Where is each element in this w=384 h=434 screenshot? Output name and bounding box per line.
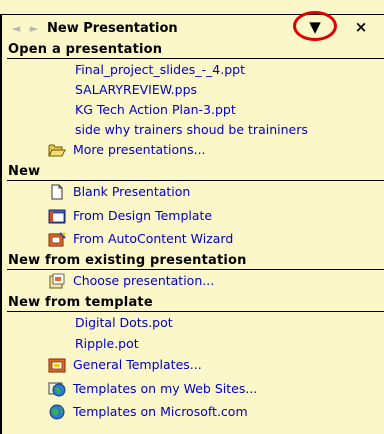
forward-arrow-icon[interactable]: ► [25,20,43,36]
task-pane: ◄ ► New Presentation ▼ × Open a presenta… [0,11,384,434]
web-templates-icon [48,381,66,397]
template-file-link[interactable]: Digital Dots.pot [75,314,173,332]
template-file-link[interactable]: Ripple.pot [75,335,139,353]
choose-presentation-label: Choose presentation... [73,273,215,288]
open-folder-icon [48,142,66,158]
general-templates-icon [48,357,66,373]
globe-icon [48,404,66,420]
task-pane-title: New Presentation [47,20,178,36]
blank-page-icon [48,184,66,200]
templates-web-sites-link[interactable]: Templates on my Web Sites... [48,380,257,398]
blank-presentation-link[interactable]: Blank Presentation [48,183,190,201]
recent-file-link[interactable]: Final_project_slides_-_4.ppt [75,61,245,79]
more-presentations-link[interactable]: More presentations... [48,141,206,159]
templates-microsoft-label: Templates on Microsoft.com [73,404,248,419]
highlight-circle [293,11,337,41]
section-heading-template: New from template [7,294,384,312]
general-templates-label: General Templates... [73,357,202,372]
section-heading-existing: New from existing presentation [7,252,384,270]
close-icon[interactable]: × [350,18,372,36]
templates-microsoft-link[interactable]: Templates on Microsoft.com [48,403,248,421]
autocontent-wizard-icon [48,231,66,247]
autocontent-wizard-link[interactable]: From AutoContent Wizard [48,230,233,248]
choose-presentation-link[interactable]: Choose presentation... [48,272,214,290]
task-pane-menu-button[interactable]: ▼ [293,11,337,41]
blank-presentation-label: Blank Presentation [73,184,191,199]
autocontent-wizard-label: From AutoContent Wizard [73,231,234,246]
design-template-icon [48,208,66,224]
section-heading-open: Open a presentation [7,41,384,59]
back-arrow-icon[interactable]: ◄ [7,20,25,36]
more-presentations-label: More presentations... [73,142,206,157]
templates-web-sites-label: Templates on my Web Sites... [73,381,258,396]
section-heading-new: New [7,163,384,181]
design-template-label: From Design Template [73,208,213,223]
choose-presentation-icon [48,273,66,289]
recent-file-link[interactable]: side why trainers shoud be traininers [75,121,308,139]
recent-file-link[interactable]: SALARYREVIEW.pps [75,81,197,99]
recent-file-link[interactable]: KG Tech Action Plan-3.ppt [75,101,236,119]
general-templates-link[interactable]: General Templates... [48,356,202,374]
design-template-link[interactable]: From Design Template [48,207,212,225]
